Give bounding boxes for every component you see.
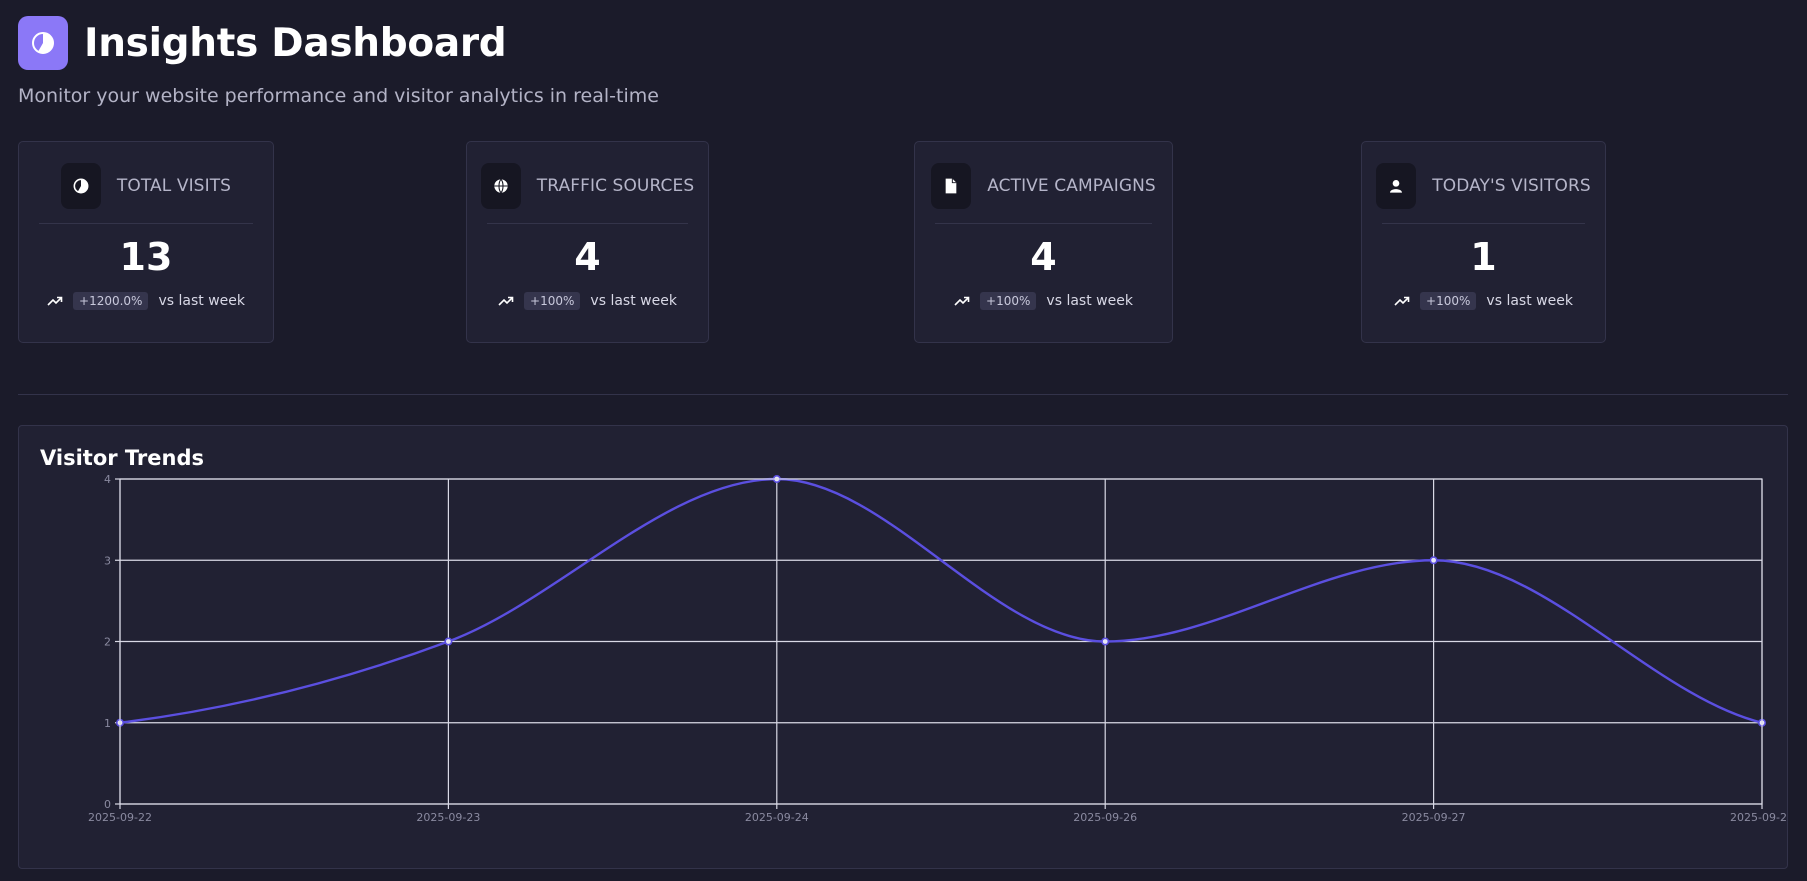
data-point bbox=[1101, 637, 1110, 646]
stat-card-traffic-sources: TRAFFIC SOURCES 4 +100% vs last week bbox=[466, 141, 709, 343]
page-title: Insights Dashboard bbox=[84, 20, 507, 66]
series-line bbox=[119, 477, 1763, 724]
card-header: TODAY'S VISITORS bbox=[1376, 162, 1591, 224]
x-tick-label: 2025-09-29 bbox=[1730, 811, 1787, 824]
delta-text: vs last week bbox=[1486, 293, 1573, 309]
stat-card-active-campaigns: ACTIVE CAMPAIGNS 4 +100% vs last week bbox=[914, 141, 1173, 343]
x-tick-label: 2025-09-22 bbox=[88, 811, 152, 824]
card-label: TODAY'S VISITORS bbox=[1432, 175, 1591, 196]
x-tick-label: 2025-09-23 bbox=[416, 811, 480, 824]
card-delta: +100% vs last week bbox=[467, 292, 708, 310]
section-divider bbox=[18, 394, 1788, 395]
pie-chart-icon bbox=[18, 16, 68, 70]
card-label: TOTAL VISITS bbox=[116, 175, 232, 196]
y-tick-label: 1 bbox=[104, 717, 111, 730]
y-tick-label: 3 bbox=[104, 554, 111, 567]
data-point bbox=[1429, 556, 1438, 565]
x-tick-label: 2025-09-27 bbox=[1402, 811, 1466, 824]
card-header: TOTAL VISITS bbox=[39, 162, 253, 224]
visitor-trends-panel: Visitor Trends 0 1 2 3 4 2025-09-22 2025-09-23… bbox=[18, 425, 1788, 869]
card-header: TRAFFIC SOURCES bbox=[480, 162, 694, 224]
x-tick-label: 2025-09-24 bbox=[745, 811, 809, 824]
data-point bbox=[444, 637, 453, 646]
pie-chart-icon bbox=[60, 162, 101, 209]
trending-up-icon bbox=[498, 296, 514, 306]
y-tick-label: 4 bbox=[104, 473, 111, 486]
document-icon bbox=[931, 162, 972, 209]
trending-up-icon bbox=[1394, 296, 1410, 306]
card-label: TRAFFIC SOURCES bbox=[536, 175, 695, 196]
delta-badge: +100% bbox=[980, 292, 1037, 310]
y-tick-label: 2 bbox=[104, 636, 111, 649]
card-value: 4 bbox=[574, 235, 601, 279]
card-delta: +100% vs last week bbox=[915, 292, 1172, 310]
delta-text: vs last week bbox=[1046, 293, 1133, 309]
globe-icon bbox=[480, 162, 521, 209]
card-label: ACTIVE CAMPAIGNS bbox=[987, 175, 1156, 196]
delta-text: vs last week bbox=[590, 293, 677, 309]
stat-card-todays-visitors: TODAY'S VISITORS 1 +100% vs last week bbox=[1361, 141, 1606, 343]
x-tick-label: 2025-09-26 bbox=[1073, 811, 1137, 824]
delta-badge: +1200.0% bbox=[73, 292, 149, 310]
card-header: ACTIVE CAMPAIGNS bbox=[931, 162, 1156, 224]
card-delta: +100% vs last week bbox=[1362, 292, 1605, 310]
dashboard-page: Insights Dashboard Monitor your website … bbox=[0, 0, 1807, 881]
visitor-trends-chart: 0 1 2 3 4 2025-09-22 2025-09-23 2025-09-24 2025-… bbox=[88, 473, 1787, 824]
page-subtitle: Monitor your website performance and vis… bbox=[18, 85, 659, 107]
stat-card-total-visits: TOTAL VISITS 13 +1200.0% vs last week bbox=[18, 141, 274, 343]
delta-text: vs last week bbox=[158, 293, 245, 309]
card-value: 1 bbox=[1470, 235, 1497, 279]
delta-badge: +100% bbox=[524, 292, 581, 310]
card-value: 13 bbox=[119, 235, 173, 279]
delta-badge: +100% bbox=[1420, 292, 1477, 310]
header: Insights Dashboard bbox=[18, 16, 507, 70]
y-tick-label: 0 bbox=[104, 798, 111, 811]
trending-up-icon bbox=[954, 296, 970, 306]
user-icon bbox=[1376, 162, 1417, 209]
card-delta: +1200.0% vs last week bbox=[19, 292, 273, 310]
card-value: 4 bbox=[1030, 235, 1057, 279]
trending-up-icon bbox=[47, 296, 63, 306]
